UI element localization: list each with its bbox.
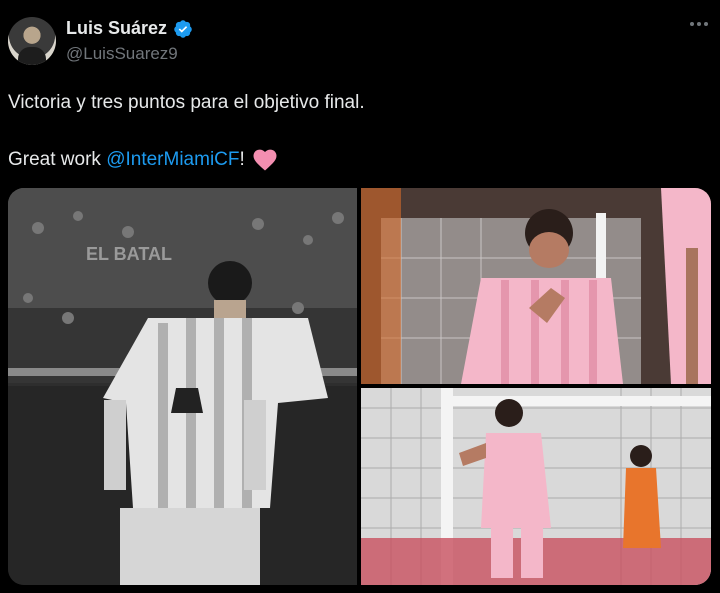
photo-bw-art: EL BATAL <box>8 188 357 585</box>
pink-heart-icon <box>253 149 277 171</box>
tweet-text-suffix: ! <box>239 149 245 170</box>
stadium-banner-text: EL BATAL <box>86 244 172 264</box>
media-grid: EL BATAL <box>8 188 711 585</box>
mention-link[interactable]: @InterMiamiCF <box>106 149 239 171</box>
dot <box>690 22 694 26</box>
photo-celebration-net[interactable] <box>361 388 711 585</box>
photo-black-and-white[interactable]: EL BATAL <box>8 188 357 585</box>
photo-bottom-art <box>361 388 711 585</box>
tweet-text-prefix: Great work <box>8 149 107 170</box>
handle[interactable]: @LuisSuarez9 <box>66 44 178 64</box>
photo-top-art <box>361 188 711 384</box>
tweet-text-line2: Great work @InterMiamiCF! <box>8 149 277 171</box>
verified-badge-icon <box>174 19 192 38</box>
tweet: Luis Suárez @LuisSuarez9 Victoria y tres… <box>0 0 720 593</box>
more-options-icon[interactable] <box>690 22 708 26</box>
author-name-row: Luis Suárez <box>66 18 193 39</box>
photo-celebration-pink[interactable] <box>361 188 711 384</box>
dot <box>697 22 701 26</box>
avatar[interactable] <box>8 17 56 65</box>
display-name[interactable]: Luis Suárez <box>66 18 167 39</box>
dot <box>704 22 708 26</box>
tweet-text-line1: Victoria y tres puntos para el objetivo … <box>8 92 365 113</box>
